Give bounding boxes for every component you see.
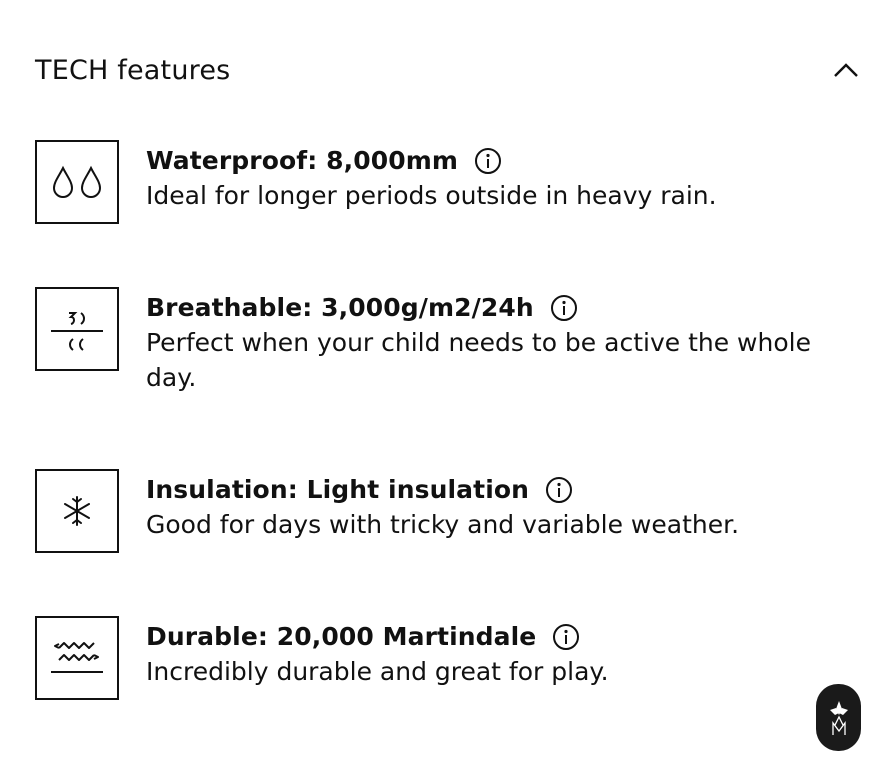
feature-title: Breathable: 3,000g/m2/24h [146, 293, 534, 322]
feature-description: Incredibly durable and great for play. [146, 657, 609, 686]
durable-icon [35, 616, 119, 700]
snowflake-icon [35, 469, 119, 553]
info-icon[interactable] [474, 147, 502, 175]
feature-description: Perfect when your child needs to be acti… [146, 328, 811, 392]
feature-waterproof: Waterproof: 8,000mm Ideal for longer per… [35, 140, 865, 224]
feature-durable: Durable: 20,000 Martindale Incredibly du… [35, 616, 865, 700]
feature-title: Insulation: Light insulation [146, 475, 530, 504]
chevron-up-icon[interactable] [832, 60, 860, 80]
brand-badge[interactable] [816, 684, 861, 751]
info-icon[interactable] [545, 476, 573, 504]
feature-title: Waterproof: 8,000mm [146, 146, 459, 175]
water-drops-icon [35, 140, 119, 224]
info-icon[interactable] [552, 623, 580, 651]
feature-title: Durable: 20,000 Martindale [146, 622, 537, 651]
feature-breathable: Breathable: 3,000g/m2/24h Perfect when y… [35, 287, 865, 395]
feature-insulation: Insulation: Light insulation Good for da… [35, 469, 865, 553]
tech-features-header[interactable]: TECH features [35, 48, 860, 92]
feature-description: Ideal for longer periods outside in heav… [146, 181, 717, 210]
brand-logo-icon [829, 700, 848, 735]
feature-description: Good for days with tricky and variable w… [146, 510, 740, 539]
info-icon[interactable] [550, 294, 578, 322]
breathable-icon [35, 287, 119, 371]
section-title: TECH features [35, 54, 231, 86]
